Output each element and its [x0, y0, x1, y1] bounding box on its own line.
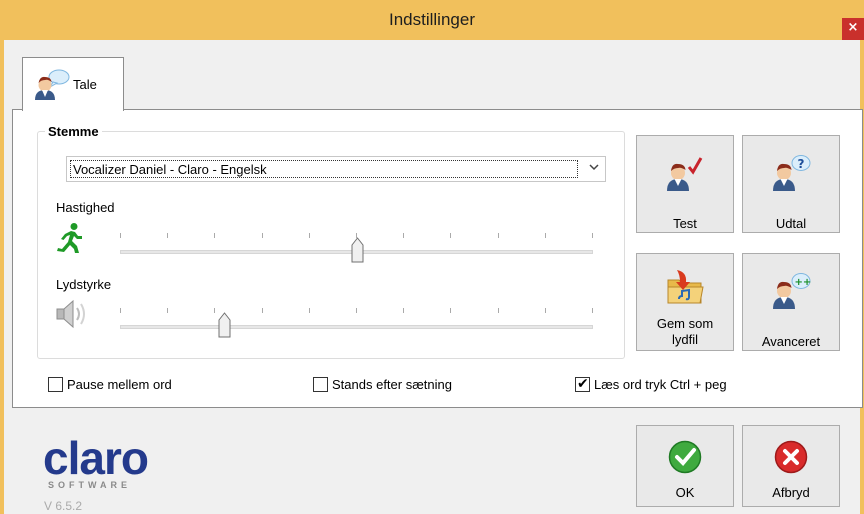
checkbox-label: Læs ord tryk Ctrl + peg: [594, 376, 727, 392]
tab-tale[interactable]: Tale: [22, 57, 124, 111]
checkbox-box[interactable]: [313, 376, 328, 392]
close-button[interactable]: ×: [842, 18, 864, 40]
slider-tick: [167, 233, 168, 238]
tab-label: Tale: [73, 77, 97, 92]
slider-tick: [450, 233, 451, 238]
logo-text: claro: [43, 432, 149, 484]
slider-tick: [545, 233, 546, 238]
folder-save-icon: [665, 268, 705, 309]
slider-tick: [592, 233, 593, 238]
save-audio-button-label-2: lydfil: [671, 332, 698, 347]
voice-select-value: Vocalizer Daniel - Claro - Engelsk: [70, 160, 578, 178]
chevron-down-icon[interactable]: [589, 162, 599, 175]
slider-tick: [214, 233, 215, 238]
checkbox-box[interactable]: ✔: [575, 375, 590, 392]
pause-between-words-checkbox[interactable]: Pause mellem ord: [48, 375, 172, 393]
save-audio-button-label-1: Gem som: [656, 316, 714, 331]
slider-tick: [214, 308, 215, 313]
read-word-ctrl-checkbox[interactable]: ✔ Læs ord tryk Ctrl + peg: [575, 375, 727, 393]
slider-tick: [167, 308, 168, 313]
slider-tick: [309, 233, 310, 238]
svg-text:++: ++: [795, 277, 812, 288]
pronounce-button-label: Udtal: [775, 216, 807, 231]
running-man-icon: [55, 222, 85, 257]
voice-group-label: Stemme: [45, 124, 102, 139]
advanced-button-label: Avanceret: [761, 334, 821, 349]
advanced-button[interactable]: ++ Avanceret: [742, 253, 840, 351]
ok-button-label: OK: [675, 485, 695, 500]
stop-after-sentence-checkbox[interactable]: Stands efter sætning: [313, 375, 452, 393]
slider-tick: [592, 308, 593, 313]
red-x-circle-icon: [774, 440, 808, 477]
volume-slider-track[interactable]: [120, 325, 593, 329]
speed-label: Hastighed: [56, 200, 115, 215]
logo-subtext: SOFTWARE: [48, 480, 131, 490]
claro-logo: claro SOFTWARE: [43, 432, 149, 490]
checkbox-label: Pause mellem ord: [67, 376, 172, 392]
slider-tick: [120, 308, 121, 313]
slider-tick: [545, 308, 546, 313]
checkmark-icon: ✔: [577, 375, 589, 392]
svg-text:?: ?: [798, 157, 805, 171]
speed-slider-thumb[interactable]: [351, 237, 364, 263]
save-audio-button[interactable]: Gem som lydfil: [636, 253, 734, 351]
cancel-button[interactable]: Afbryd: [742, 425, 840, 507]
slider-tick: [403, 308, 404, 313]
checkbox-label: Stands efter sætning: [332, 376, 452, 392]
cancel-button-label: Afbryd: [772, 485, 810, 500]
test-button-label: Test: [673, 216, 697, 231]
slider-tick: [262, 233, 263, 238]
person-question-icon: ?: [771, 154, 811, 195]
slider-tick: [450, 308, 451, 313]
checkbox-box[interactable]: [48, 376, 63, 392]
green-check-circle-icon: [668, 440, 702, 477]
slider-tick: [498, 308, 499, 313]
person-check-icon: [665, 154, 705, 195]
ok-button[interactable]: OK: [636, 425, 734, 507]
speaker-icon: [54, 298, 88, 333]
person-plus-icon: ++: [771, 272, 811, 313]
pronounce-button[interactable]: ? Udtal: [742, 135, 840, 233]
slider-tick: [309, 308, 310, 313]
voice-select[interactable]: Vocalizer Daniel - Claro - Engelsk: [66, 156, 606, 182]
slider-tick: [356, 308, 357, 313]
window-title: Indstillinger: [389, 10, 475, 29]
slider-tick: [403, 233, 404, 238]
slider-tick: [262, 308, 263, 313]
slider-tick: [120, 233, 121, 238]
volume-slider-thumb[interactable]: [218, 312, 231, 338]
test-button[interactable]: Test: [636, 135, 734, 233]
version-label: V 6.5.2: [44, 499, 83, 513]
slider-tick: [498, 233, 499, 238]
speaker-person-icon: [32, 68, 70, 105]
title-bar: Indstillinger ×: [0, 0, 864, 40]
volume-label: Lydstyrke: [56, 277, 112, 292]
